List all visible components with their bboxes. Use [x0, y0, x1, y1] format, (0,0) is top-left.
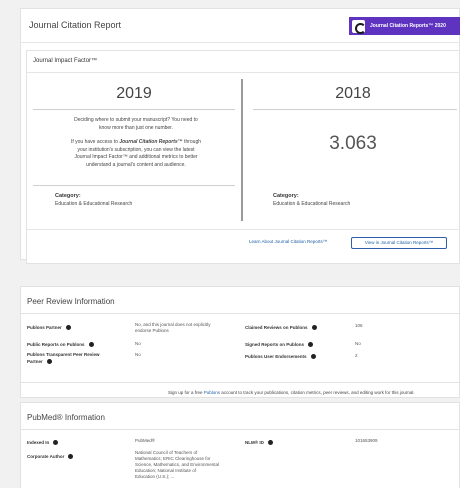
pubmed-card: PubMed® Information Indexed In PubMed® C…: [20, 402, 460, 488]
info-icon[interactable]: [311, 324, 317, 330]
public-reports-value: No: [135, 341, 141, 346]
category-value: Education & Educational Research: [55, 201, 133, 207]
year-2018: 2018: [335, 85, 371, 102]
field-label-text: Indexed In: [27, 440, 50, 445]
jcr-title: Journal Citation Report: [29, 20, 122, 30]
signed-reports-value: No: [355, 341, 361, 346]
peer-review-title: Peer Review Information: [27, 297, 115, 306]
jif-access-line: your institution's subscription, you can…: [77, 146, 195, 153]
field-label-text: Publons Partner: [27, 325, 62, 330]
jif-prompt-text: Deciding where to submit your manuscript…: [49, 117, 223, 132]
jif-prompt-line: Deciding where to submit your manuscript…: [74, 117, 198, 123]
divider: [33, 109, 235, 110]
field-value-line: endorse Publons: [135, 328, 169, 333]
jif-access-prefix: If you have access to: [70, 139, 120, 145]
impact-factor-value: 3.063: [329, 133, 377, 154]
public-reports-label: Public Reports on Publons: [27, 341, 94, 348]
transparent-review-value: No: [135, 352, 141, 357]
jcr-logo-button[interactable]: Journal Citation Reports™ 2020: [349, 17, 460, 35]
jif-prompt-line: know more than just one number.: [99, 124, 173, 131]
jcr-header: Journal Citation Report Journal Citation…: [21, 9, 460, 43]
divider: [27, 229, 460, 230]
category-value: Education & Educational Research: [273, 201, 351, 207]
pubmed-title: PubMed® Information: [27, 413, 105, 422]
indexed-in-value: PubMed®: [135, 438, 156, 443]
info-icon[interactable]: [46, 358, 52, 364]
category-label: Category:: [273, 193, 299, 199]
field-label-text: Publons User Endorsements: [245, 354, 307, 359]
impact-factor-panel: Journal Impact Factor™ 2019 2018 Decidin…: [26, 50, 460, 264]
category-label: Category:: [55, 193, 81, 199]
clarivate-logo-icon: [352, 19, 366, 34]
field-label-text: Signed Reports on Publons: [245, 342, 305, 347]
jif-access-bold: Journal Citation Reports™: [119, 139, 183, 145]
info-icon[interactable]: [267, 439, 273, 445]
user-endorsements-value: 2: [355, 353, 358, 358]
divider: [253, 109, 457, 110]
info-icon[interactable]: [53, 439, 59, 445]
field-label-text: Publons Transparent Peer Review: [27, 352, 100, 357]
jif-access-line: understand a journal's content and audie…: [86, 161, 186, 168]
field-label-text: Partner: [27, 359, 43, 364]
impact-factor-label: Journal Impact Factor™: [33, 58, 98, 64]
jif-access-line: Journal Impact Factor™ and additional me…: [74, 154, 198, 160]
publons-partner-label: Publons Partner: [27, 324, 71, 331]
publons-signup-link[interactable]: Publons: [204, 390, 220, 395]
signed-reports-label: Signed Reports on Publons: [245, 341, 314, 348]
divider: [33, 185, 235, 186]
corporate-author-value: National Council of Teachers of Mathemat…: [135, 450, 219, 480]
jif-access-line: If you have access to Journal Citation R…: [49, 139, 223, 147]
field-label-text: Claimed Reviews on Publons: [245, 325, 308, 330]
signup-suffix: account to track your publications, cita…: [220, 390, 415, 395]
field-value-line: Education (U.S.); ...: [135, 474, 175, 479]
transparent-review-label: Publons Transparent Peer Review Partner: [27, 351, 100, 365]
divider: [21, 313, 460, 314]
claimed-reviews-label: Claimed Reviews on Publons: [245, 324, 317, 331]
field-label-text: NLM® ID: [245, 440, 264, 445]
column-separator: [241, 79, 243, 221]
info-icon[interactable]: [65, 324, 71, 330]
jif-access-suffix: through: [182, 139, 202, 145]
nlm-id-label: NLM® ID: [245, 439, 273, 446]
divider: [21, 382, 460, 383]
year-2019: 2019: [116, 85, 152, 102]
indexed-in-label: Indexed In: [27, 439, 59, 446]
divider: [21, 429, 460, 430]
info-icon[interactable]: [88, 341, 94, 347]
jif-access-text: If you have access to Journal Citation R…: [49, 139, 223, 169]
info-icon[interactable]: [310, 353, 316, 359]
field-label-text: Corporate Author: [27, 454, 65, 459]
jcr-logo-label: Journal Citation Reports™ 2020: [370, 23, 446, 29]
nlm-id-value: 101653909: [355, 438, 378, 443]
claimed-reviews-value: 106: [355, 323, 363, 328]
user-endorsements-label: Publons User Endorsements: [245, 353, 316, 360]
publons-partner-value: No, and this journal does not explicitly…: [135, 322, 211, 334]
publons-signup-text: Sign up for a free Publons account to tr…: [168, 390, 415, 395]
peer-review-card: Peer Review Information Publons Partner …: [20, 286, 460, 398]
learn-about-jcr-link[interactable]: Learn About Journal Citation Reports™: [249, 239, 327, 244]
view-in-jcr-button[interactable]: View in Journal Citation Reports™: [351, 237, 447, 249]
field-label-line: Partner: [27, 358, 100, 365]
divider: [27, 72, 460, 73]
corporate-author-label: Corporate Author: [27, 453, 74, 460]
info-icon[interactable]: [68, 453, 74, 459]
field-label-text: Public Reports on Publons: [27, 342, 85, 347]
signup-prefix: Sign up for a free: [168, 390, 204, 395]
info-icon[interactable]: [308, 341, 314, 347]
